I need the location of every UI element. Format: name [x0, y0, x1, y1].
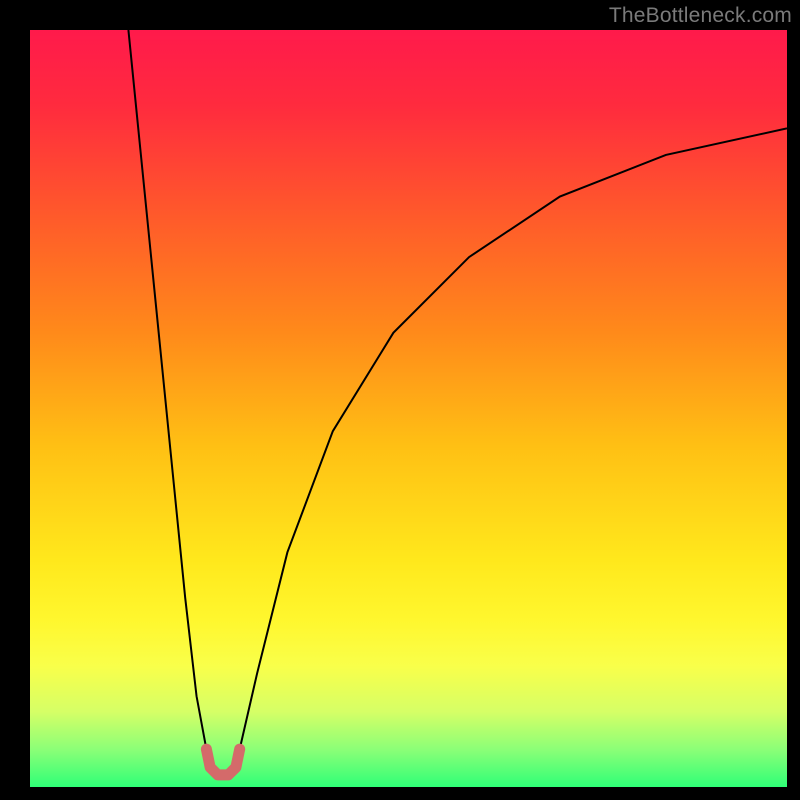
gradient-background	[30, 30, 787, 787]
chart-frame: TheBottleneck.com	[0, 0, 800, 800]
chart-svg	[30, 30, 787, 787]
watermark-text: TheBottleneck.com	[609, 4, 792, 28]
plot-area	[30, 30, 787, 787]
